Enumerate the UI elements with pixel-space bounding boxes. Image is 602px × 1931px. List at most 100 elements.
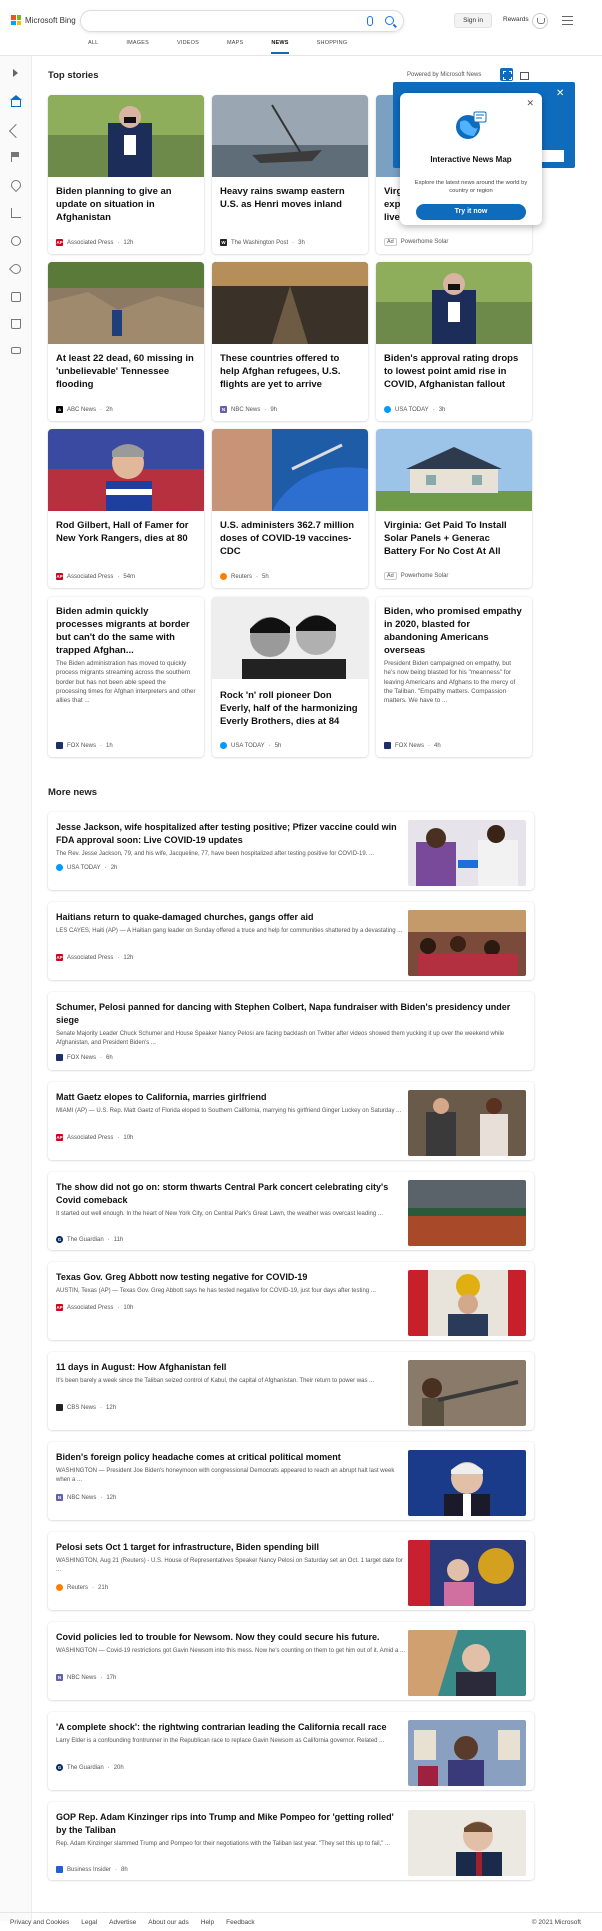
tv-icon[interactable] — [11, 292, 21, 302]
flag-icon[interactable] — [11, 152, 21, 162]
story-title[interactable]: These countries offered to help Afghan r… — [220, 352, 361, 391]
news-item[interactable]: 11 days in August: How Afghanistan fell … — [48, 1352, 534, 1430]
try-it-now-button[interactable]: Try it now — [416, 204, 526, 220]
expand-icon[interactable] — [13, 69, 18, 77]
news-image — [408, 1630, 526, 1696]
story-title[interactable]: Rock 'n' roll pioneer Don Everly, half o… — [220, 689, 361, 728]
header: Microsoft Bing Sign in Rewards ALL IMAGE… — [0, 0, 602, 56]
footer-link-help[interactable]: Help — [201, 1919, 214, 1926]
news-item[interactable]: Pelosi sets Oct 1 target for infrastruct… — [48, 1532, 534, 1610]
story-card-ad[interactable]: Virginia: Get Paid To Install Solar Pane… — [376, 429, 532, 588]
story-card[interactable]: Rock 'n' roll pioneer Don Everly, half o… — [212, 597, 368, 757]
menu-icon[interactable] — [562, 16, 573, 25]
story-source: USA TODAY · 3h — [384, 406, 445, 413]
card-icon[interactable] — [11, 347, 21, 354]
nav-images[interactable]: IMAGES — [126, 38, 149, 54]
footer-link-legal[interactable]: Legal — [81, 1919, 97, 1926]
money-icon[interactable] — [11, 319, 21, 329]
story-title[interactable]: Biden planning to give an update on situ… — [56, 185, 197, 224]
news-title[interactable]: GOP Rep. Adam Kinzinger rips into Trump … — [56, 1811, 406, 1837]
story-card[interactable]: Heavy rains swamp eastern U.S. as Henri … — [212, 95, 368, 254]
news-title[interactable]: Matt Gaetz elopes to California, marries… — [56, 1091, 406, 1104]
banner-button[interactable] — [540, 150, 564, 162]
microphone-icon[interactable] — [367, 16, 373, 26]
story-title[interactable]: Virginia: Get Paid To Install Solar Pane… — [384, 519, 525, 558]
news-item[interactable]: Biden's foreign policy headache comes at… — [48, 1442, 534, 1520]
nav-maps[interactable]: MAPS — [227, 38, 243, 54]
news-description: Larry Elder is a confounding frontrunner… — [56, 1738, 385, 1744]
news-item[interactable]: Texas Gov. Greg Abbott now testing negat… — [48, 1262, 534, 1340]
grid-view-icon[interactable] — [500, 68, 513, 81]
nav-shopping[interactable]: SHOPPING — [317, 38, 348, 54]
location-icon[interactable] — [8, 177, 24, 193]
story-card[interactable]: At least 22 dead, 60 missing in 'unbelie… — [48, 262, 204, 421]
story-card[interactable]: Biden, who promised empathy in 2020, bla… — [376, 597, 532, 757]
rewards-trophy-icon[interactable] — [532, 13, 548, 29]
news-title[interactable]: Haitians return to quake-damaged churche… — [56, 911, 406, 924]
ap-logo-icon: AP — [56, 954, 63, 961]
news-title[interactable]: 'A complete shock': the rightwing contra… — [56, 1721, 406, 1734]
news-title[interactable]: Jesse Jackson, wife hospitalized after t… — [56, 821, 406, 847]
footer-link-feedback[interactable]: Feedback — [226, 1919, 255, 1926]
close-icon[interactable]: ✕ — [526, 98, 534, 109]
news-description: LES CAYES, Haiti (AP) — A Haitian gang l… — [56, 928, 403, 934]
story-card[interactable]: Biden's approval rating drops to lowest … — [376, 262, 532, 421]
microsoft-logo-icon — [11, 15, 21, 25]
news-item[interactable]: Matt Gaetz elopes to California, marries… — [48, 1082, 534, 1160]
news-item[interactable]: Jesse Jackson, wife hospitalized after t… — [48, 812, 534, 890]
story-title[interactable]: Biden, who promised empathy in 2020, bla… — [384, 605, 525, 657]
footer-link-advertise[interactable]: Advertise — [109, 1919, 136, 1926]
story-card[interactable]: These countries offered to help Afghan r… — [212, 262, 368, 421]
news-item[interactable]: 'A complete shock': the rightwing contra… — [48, 1712, 534, 1790]
search-icon[interactable] — [385, 16, 394, 25]
footer-link-privacy[interactable]: Privacy and Cookies — [10, 1919, 69, 1926]
footer-link-about-ads[interactable]: About our ads — [148, 1919, 188, 1926]
banner-close-icon[interactable]: ✕ — [556, 88, 564, 99]
news-title[interactable]: Texas Gov. Greg Abbott now testing negat… — [56, 1271, 406, 1284]
story-title[interactable]: Biden admin quickly processes migrants a… — [56, 605, 197, 657]
story-title[interactable]: Rod Gilbert, Hall of Famer for New York … — [56, 519, 197, 545]
reuters-logo-icon — [56, 1584, 63, 1591]
cbs-logo-icon — [56, 1404, 63, 1411]
sign-in-button[interactable]: Sign in — [454, 13, 492, 28]
nav-news[interactable]: NEWS — [271, 38, 289, 54]
story-title[interactable]: U.S. administers 362.7 million doses of … — [220, 519, 361, 558]
shuffle-icon[interactable] — [8, 123, 24, 139]
story-card[interactable]: U.S. administers 362.7 million doses of … — [212, 429, 368, 588]
nav-all[interactable]: ALL — [88, 38, 98, 54]
rocket-icon[interactable] — [8, 261, 24, 277]
science-icon[interactable] — [11, 236, 21, 246]
news-description: MIAMI (AP) — U.S. Rep. Matt Gaetz of Flo… — [56, 1108, 402, 1114]
news-title[interactable]: Schumer, Pelosi panned for dancing with … — [56, 1001, 526, 1027]
news-title[interactable]: Biden's foreign policy headache comes at… — [56, 1451, 406, 1464]
story-source: a ABC News · 2h — [56, 406, 113, 413]
news-source: N NBC News · 12h — [56, 1494, 117, 1501]
news-map-icon — [456, 111, 487, 139]
news-item[interactable]: Covid policies led to trouble for Newsom… — [48, 1622, 534, 1700]
logo-text: Microsoft Bing — [25, 15, 76, 25]
news-item[interactable]: GOP Rep. Adam Kinzinger rips into Trump … — [48, 1802, 534, 1880]
search-input[interactable] — [80, 10, 404, 32]
map-view-icon[interactable] — [517, 68, 530, 81]
story-image — [212, 262, 368, 344]
trending-icon[interactable] — [11, 208, 21, 218]
news-item[interactable]: Haitians return to quake-damaged churche… — [48, 902, 534, 980]
bing-logo[interactable]: Microsoft Bing — [11, 15, 76, 25]
news-title[interactable]: 11 days in August: How Afghanistan fell — [56, 1361, 406, 1374]
nav-videos[interactable]: VIDEOS — [177, 38, 199, 54]
news-item[interactable]: The show did not go on: storm thwarts Ce… — [48, 1172, 534, 1250]
story-card[interactable]: Rod Gilbert, Hall of Famer for New York … — [48, 429, 204, 588]
rewards-link[interactable]: Rewards — [503, 16, 529, 23]
search-nav: ALL IMAGES VIDEOS MAPS NEWS SHOPPING — [88, 38, 375, 54]
news-title[interactable]: The show did not go on: storm thwarts Ce… — [56, 1181, 406, 1207]
news-title[interactable]: Pelosi sets Oct 1 target for infrastruct… — [56, 1541, 406, 1554]
home-icon[interactable] — [10, 95, 22, 107]
story-title[interactable]: Biden's approval rating drops to lowest … — [384, 352, 525, 391]
story-title[interactable]: Heavy rains swamp eastern U.S. as Henri … — [220, 185, 361, 211]
story-card[interactable]: Biden planning to give an update on situ… — [48, 95, 204, 254]
story-card[interactable]: Biden admin quickly processes migrants a… — [48, 597, 204, 757]
news-title[interactable]: Covid policies led to trouble for Newsom… — [56, 1631, 406, 1644]
story-source: Ad Powerhome Solar — [384, 572, 448, 580]
news-item[interactable]: Schumer, Pelosi panned for dancing with … — [48, 992, 534, 1070]
story-title[interactable]: At least 22 dead, 60 missing in 'unbelie… — [56, 352, 197, 391]
